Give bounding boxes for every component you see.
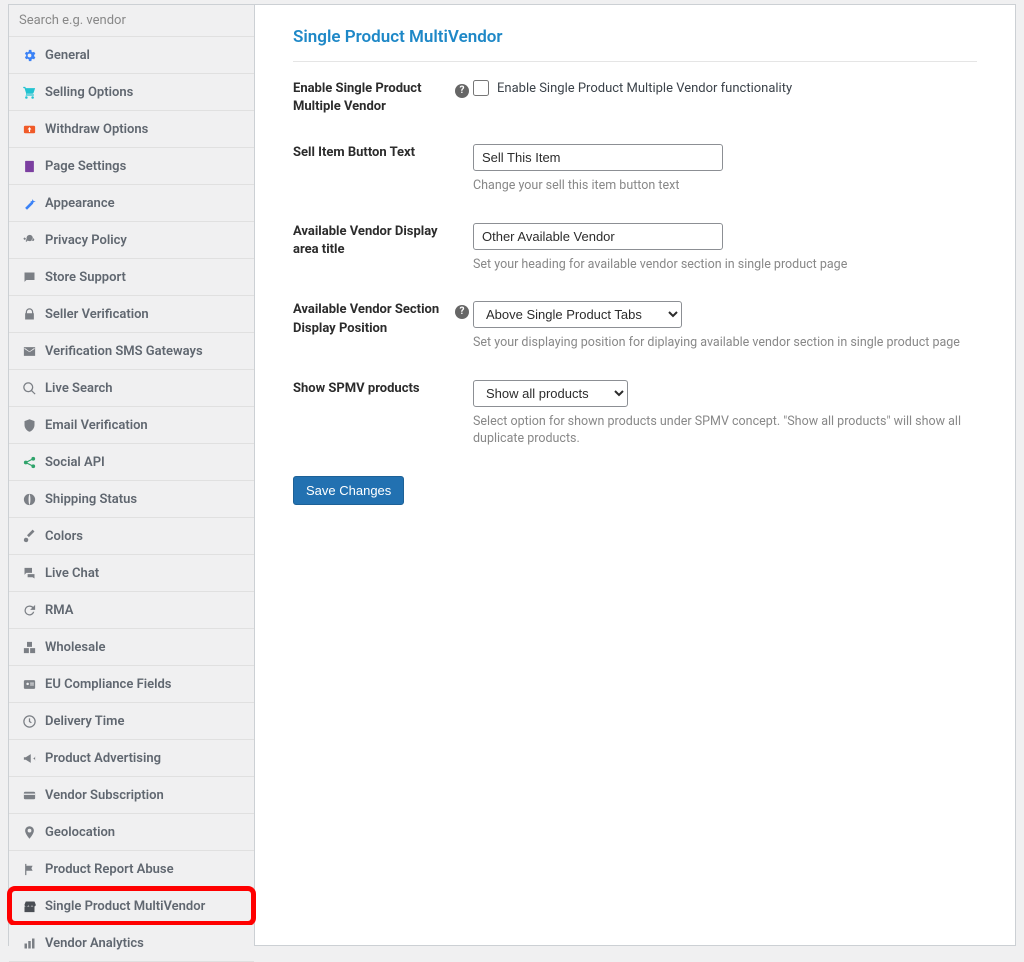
- sidebar-item-label: Product Advertising: [45, 751, 161, 766]
- key-icon: [21, 232, 37, 248]
- sidebar-item-appearance[interactable]: Appearance: [9, 185, 254, 222]
- sidebar-item-label: Live Search: [45, 381, 113, 396]
- sidebar-item-label: Live Chat: [45, 566, 99, 581]
- sell-button-text-input[interactable]: [473, 144, 723, 171]
- sidebar-item-label: Geolocation: [45, 825, 115, 840]
- sell-button-text-label: Sell Item Button Text: [293, 144, 455, 162]
- sidebar-item-page-settings[interactable]: Page Settings: [9, 148, 254, 185]
- id-card-icon: [21, 676, 37, 692]
- sidebar-item-seller-verification[interactable]: Seller Verification: [9, 296, 254, 333]
- sidebar-item-geolocation[interactable]: Geolocation: [9, 814, 254, 851]
- sidebar-item-eu-compliance-fields[interactable]: EU Compliance Fields: [9, 666, 254, 703]
- sidebar-item-label: Withdraw Options: [45, 122, 148, 137]
- sidebar-item-product-report-abuse[interactable]: Product Report Abuse: [9, 851, 254, 888]
- clock-icon: [21, 713, 37, 729]
- display-position-desc: Set your displaying position for diplayi…: [473, 334, 977, 352]
- sidebar-item-email-verification[interactable]: Email Verification: [9, 407, 254, 444]
- sidebar-item-label: Verification SMS Gateways: [45, 344, 203, 359]
- sidebar-item-wholesale[interactable]: Wholesale: [9, 629, 254, 666]
- pin-icon: [21, 824, 37, 840]
- sidebar-search-input[interactable]: Search e.g. vendor: [9, 5, 254, 37]
- sidebar-item-label: Social API: [45, 455, 105, 470]
- help-icon[interactable]: ?: [455, 84, 469, 98]
- flag-icon: [21, 861, 37, 877]
- sidebar-item-store-support[interactable]: Store Support: [9, 259, 254, 296]
- store-icon: [21, 898, 37, 914]
- sidebar-item-label: Seller Verification: [45, 307, 149, 322]
- show-spmv-label: Show SPMV products: [293, 380, 455, 398]
- show-spmv-select[interactable]: Show all products: [473, 380, 628, 407]
- sidebar-item-label: Store Support: [45, 270, 126, 285]
- display-position-label: Available Vendor Section Display Positio…: [293, 301, 455, 337]
- globe-icon: [21, 491, 37, 507]
- chat-icon: [21, 269, 37, 285]
- page-icon: [21, 158, 37, 174]
- area-title-input[interactable]: [473, 223, 723, 250]
- sidebar-item-label: Page Settings: [45, 159, 126, 174]
- sidebar-item-privacy-policy[interactable]: Privacy Policy: [9, 222, 254, 259]
- settings-content: Single Product MultiVendor Enable Single…: [254, 4, 1016, 946]
- settings-sidebar: Search e.g. vendor General Selling Optio…: [8, 4, 254, 946]
- enable-spmv-checkbox-row[interactable]: Enable Single Product Multiple Vendor fu…: [473, 80, 977, 96]
- sidebar-item-verification-sms-gateways[interactable]: Verification SMS Gateways: [9, 333, 254, 370]
- show-spmv-desc: Select option for shown products under S…: [473, 413, 977, 448]
- sidebar-item-label: General: [45, 48, 90, 63]
- sidebar-item-rma[interactable]: RMA: [9, 592, 254, 629]
- shield-icon: [21, 417, 37, 433]
- sidebar-item-vendor-analytics[interactable]: Vendor Analytics: [9, 925, 254, 962]
- chat-bubbles-icon: [21, 565, 37, 581]
- sidebar-item-label: EU Compliance Fields: [45, 677, 171, 692]
- sidebar-item-shipping-status[interactable]: Shipping Status: [9, 481, 254, 518]
- search-icon: [21, 380, 37, 396]
- sidebar-item-label: Vendor Analytics: [45, 936, 144, 951]
- withdraw-icon: [21, 121, 37, 137]
- sidebar-item-label: Single Product MultiVendor: [45, 899, 205, 914]
- area-title-label: Available Vendor Display area title: [293, 223, 455, 259]
- sidebar-item-live-chat[interactable]: Live Chat: [9, 555, 254, 592]
- sell-button-text-desc: Change your sell this item button text: [473, 177, 977, 195]
- sidebar-item-vendor-subscription[interactable]: Vendor Subscription: [9, 777, 254, 814]
- envelope-icon: [21, 343, 37, 359]
- megaphone-icon: [21, 750, 37, 766]
- sidebar-item-label: Delivery Time: [45, 714, 124, 729]
- credit-card-icon: [21, 787, 37, 803]
- sidebar-item-label: Colors: [45, 529, 83, 544]
- boxes-icon: [21, 639, 37, 655]
- sidebar-item-label: Product Report Abuse: [45, 862, 174, 877]
- sidebar-item-label: Appearance: [45, 196, 115, 211]
- sidebar-item-single-product-multivendor[interactable]: Single Product MultiVendor: [9, 888, 254, 925]
- sidebar-item-withdraw-options[interactable]: Withdraw Options: [9, 111, 254, 148]
- save-changes-button[interactable]: Save Changes: [293, 476, 404, 505]
- display-position-select[interactable]: Above Single Product Tabs: [473, 301, 682, 328]
- refresh-icon: [21, 602, 37, 618]
- sidebar-item-general[interactable]: General: [9, 37, 254, 74]
- cart-icon: [21, 84, 37, 100]
- sidebar-item-label: Selling Options: [45, 85, 133, 100]
- sidebar-item-label: Wholesale: [45, 640, 105, 655]
- lock-icon: [21, 306, 37, 322]
- help-icon[interactable]: ?: [455, 305, 469, 319]
- sidebar-item-delivery-time[interactable]: Delivery Time: [9, 703, 254, 740]
- magic-wand-icon: [21, 195, 37, 211]
- sidebar-item-selling-options[interactable]: Selling Options: [9, 74, 254, 111]
- area-title-desc: Set your heading for available vendor se…: [473, 256, 977, 274]
- gear-icon: [21, 47, 37, 63]
- bar-chart-icon: [21, 935, 37, 951]
- sidebar-item-label: Privacy Policy: [45, 233, 127, 248]
- enable-spmv-label: Enable Single Product Multiple Vendor: [293, 80, 455, 116]
- sidebar-item-label: Shipping Status: [45, 492, 137, 507]
- sidebar-item-colors[interactable]: Colors: [9, 518, 254, 555]
- sidebar-item-live-search[interactable]: Live Search: [9, 370, 254, 407]
- sidebar-item-product-advertising[interactable]: Product Advertising: [9, 740, 254, 777]
- enable-spmv-checkbox-label: Enable Single Product Multiple Vendor fu…: [497, 81, 792, 96]
- brush-icon: [21, 528, 37, 544]
- enable-spmv-checkbox[interactable]: [473, 80, 489, 96]
- share-icon: [21, 454, 37, 470]
- sidebar-item-label: Email Verification: [45, 418, 148, 433]
- sidebar-item-social-api[interactable]: Social API: [9, 444, 254, 481]
- page-title: Single Product MultiVendor: [293, 27, 977, 62]
- sidebar-item-label: RMA: [45, 603, 73, 618]
- sidebar-item-label: Vendor Subscription: [45, 788, 164, 803]
